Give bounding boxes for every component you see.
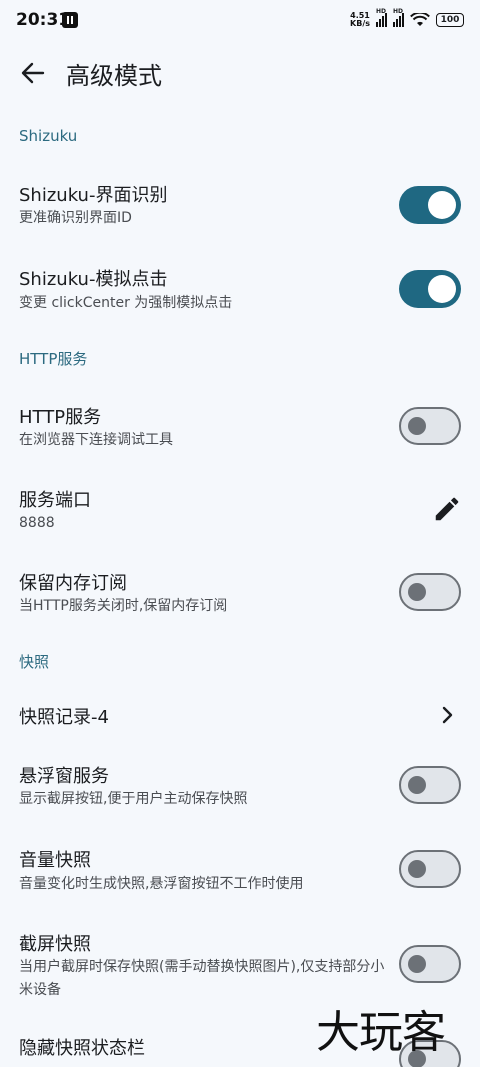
screenshot-snapshot-toggle[interactable] [399,945,461,983]
section-header-snapshot: 快照 [19,653,50,671]
status-right-group: 4.51 KB/s HD HD 100 [350,8,464,28]
service-port-value: 8888 [19,515,55,531]
setting-title: Shizuku-界面识别 [19,185,168,206]
toggle-knob [428,275,456,303]
toggle-knob [408,955,426,973]
page-title: 高级模式 [66,62,162,90]
arrow-left-icon[interactable] [18,58,48,88]
toggle-knob [428,191,456,219]
signal-sim1-icon: HD [376,8,387,27]
watermark-logo: 大玩客 [316,1007,446,1058]
top-app-bar: 高级模式 [0,44,480,100]
setting-subtitle: 音量变化时生成快照,悬浮窗按钮不工作时使用 [19,876,304,892]
pencil-icon[interactable] [432,494,462,524]
section-header-shizuku: Shizuku [19,127,78,145]
setting-title: HTTP服务 [19,407,102,428]
setting-title: 音量快照 [19,850,91,871]
setting-http-service[interactable]: HTTP服务 在浏览器下连接调试工具 [0,387,480,467]
toggle-knob [408,583,426,601]
battery-icon: 100 [436,13,464,27]
toggle-knob [408,776,426,794]
shizuku-click-toggle[interactable] [399,270,461,308]
sim1-label: HD [376,8,387,15]
section-header-http: HTTP服务 [19,350,88,368]
setting-subtitle: 显示截屏按钮,便于用户主动保存快照 [19,791,248,807]
setting-title: 保留内存订阅 [19,573,127,594]
battery-level: 100 [440,15,460,25]
chevron-right-icon [442,706,453,724]
http-service-toggle[interactable] [399,407,461,445]
setting-subtitle: 更准确识别界面ID [19,210,132,226]
setting-title: 服务端口 [19,490,91,511]
setting-title: 悬浮窗服务 [19,766,109,787]
shizuku-ui-toggle[interactable] [399,186,461,224]
status-bar: 20:31 4.51 KB/s HD HD 100 [0,0,480,44]
setting-title: Shizuku-模拟点击 [19,269,168,290]
setting-snapshot-records[interactable]: 快照记录-4 [0,688,480,742]
toggle-knob [408,860,426,878]
setting-subtitle: 当HTTP服务关闭时,保留内存订阅 [19,598,228,614]
setting-shizuku-ui[interactable]: Shizuku-界面识别 更准确识别界面ID [0,164,480,248]
float-window-toggle[interactable] [399,766,461,804]
signal-sim2-icon: HD [393,8,404,27]
setting-subtitle: 在浏览器下连接调试工具 [19,432,173,448]
net-speed-unit: KB/s [350,19,370,28]
wifi-icon [410,13,430,26]
toggle-knob [408,417,426,435]
pause-notification-icon [62,12,78,28]
volume-snapshot-toggle[interactable] [399,850,461,888]
network-speed: 4.51 KB/s [350,12,370,28]
setting-shizuku-click[interactable]: Shizuku-模拟点击 变更 clickCenter 为强制模拟点击 [0,249,480,333]
setting-title: 快照记录-4 [19,707,109,728]
sim2-label: HD [393,8,404,15]
keep-memory-toggle[interactable] [399,573,461,611]
setting-service-port[interactable]: 服务端口 8888 [0,470,480,550]
setting-title: 隐藏快照状态栏 [19,1038,145,1059]
setting-keep-memory[interactable]: 保留内存订阅 当HTTP服务关闭时,保留内存订阅 [0,553,480,633]
setting-volume-snapshot[interactable]: 音量快照 音量变化时生成快照,悬浮窗按钮不工作时使用 [0,830,480,910]
setting-title: 截屏快照 [19,934,91,955]
setting-subtitle: 变更 clickCenter 为强制模拟点击 [19,295,233,311]
setting-float-window[interactable]: 悬浮窗服务 显示截屏按钮,便于用户主动保存快照 [0,746,480,826]
